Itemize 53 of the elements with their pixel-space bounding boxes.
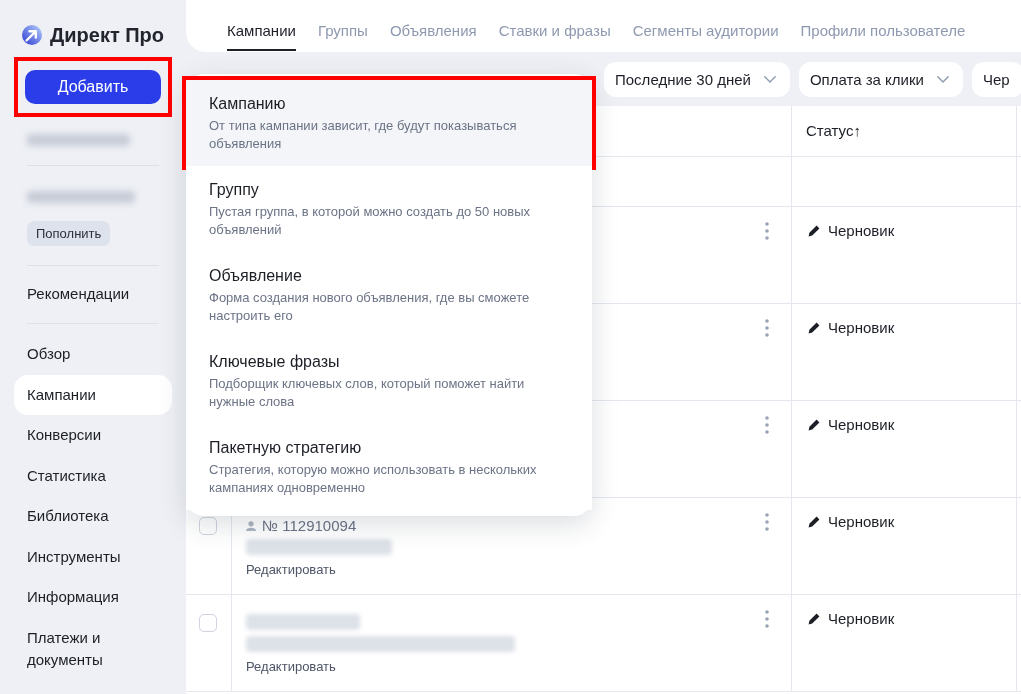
filter-dropdown[interactable]: Последние 30 дней <box>604 62 790 97</box>
pencil-icon <box>808 322 820 334</box>
nav-item[interactable]: Статистика <box>14 455 172 496</box>
filter-dropdown[interactable]: Оплата за клики <box>798 62 963 97</box>
status-text: Черновик <box>828 221 895 241</box>
more-icon[interactable] <box>765 319 769 337</box>
menu-item-description: Стратегия, которую можно использовать в нескольких кампаниях одновременно <box>209 461 538 497</box>
more-icon[interactable] <box>765 416 769 434</box>
pencil-icon <box>808 613 820 625</box>
pencil-icon <box>808 516 820 528</box>
pencil-icon <box>808 419 820 431</box>
checkbox[interactable] <box>199 517 217 535</box>
tab[interactable]: Кампании <box>227 0 296 51</box>
nav-item[interactable]: Инструменты <box>14 536 172 577</box>
menu-item-description: Подборщик ключевых слов, который поможет найти нужные слова <box>209 375 526 411</box>
edit-link[interactable]: Редактировать <box>246 658 336 676</box>
pencil-icon <box>808 225 820 237</box>
status-text: Черновик <box>828 318 895 338</box>
nav-item[interactable]: Информация <box>14 577 172 618</box>
nav-item[interactable]: Библиотека <box>14 496 172 537</box>
logo-text: Директ Про <box>50 24 165 46</box>
menu-item-description: Форма создания нового объявления, где вы сможете настроить его <box>209 289 531 325</box>
checkbox[interactable] <box>199 614 217 632</box>
edit-link[interactable]: Редактировать <box>246 561 336 579</box>
menu-item-description: От типа кампании зависит, где будут показываться объявления <box>209 117 518 153</box>
nav-item[interactable]: Кампании <box>14 374 172 415</box>
menu-item-title: Кампанию <box>209 94 287 114</box>
logo-icon <box>22 25 42 45</box>
menu-item[interactable]: Объявление Форма создания нового объявления, где вы сможете настроить его <box>186 252 592 338</box>
person-icon <box>246 521 256 531</box>
status-text: Черновик <box>828 609 895 629</box>
add-button[interactable]: Добавить <box>25 70 161 104</box>
top-up-button[interactable]: Пополнить <box>27 221 111 246</box>
more-icon[interactable] <box>765 610 769 628</box>
more-icon[interactable] <box>765 513 769 531</box>
nav-item[interactable]: Обзор <box>14 334 172 375</box>
menu-item-title: Пакетную стратегию <box>209 438 363 458</box>
menu-item-title: Группу <box>209 180 260 200</box>
nav-item[interactable]: Платежи и документы <box>14 617 172 681</box>
menu-item-description: Пустая группа, в которой можно создать до 50 новых объявлений <box>209 203 532 239</box>
campaign-number: № 112910094 <box>262 516 357 536</box>
menu-item-title: Ключевые фразы <box>209 352 341 372</box>
filter-dropdown[interactable]: Чер <box>971 62 1021 97</box>
nav-item[interactable]: Конверсии <box>14 415 172 456</box>
menu-item[interactable]: Пакетную стратегию Стратегия, которую можно использовать в нескольких кампаниях одновременно <box>186 424 592 510</box>
menu-item[interactable]: Ключевые фразы Подборщик ключевых слов, который поможет найти нужные слова <box>186 338 592 424</box>
menu-item[interactable]: Группу Пустая группа, в которой можно создать до 50 новых объявлений <box>186 166 592 252</box>
more-icon[interactable] <box>765 222 769 240</box>
status-text: Черновик <box>828 512 895 532</box>
status-text: Черновик <box>828 415 895 435</box>
nav-item[interactable]: Рекомендации <box>27 283 130 305</box>
column-header[interactable]: Статус↑ <box>806 121 861 141</box>
menu-item-title: Объявление <box>209 266 303 286</box>
